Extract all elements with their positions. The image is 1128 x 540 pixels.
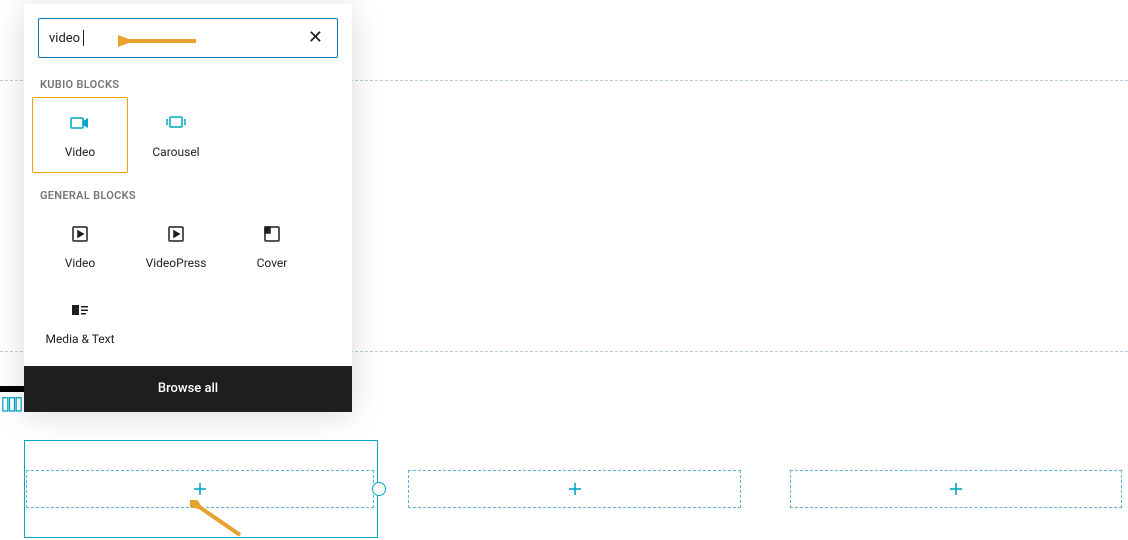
clear-search-button[interactable]: ✕	[304, 25, 327, 51]
videopress-icon	[164, 222, 188, 246]
text-caret	[83, 30, 84, 46]
video-play-icon	[68, 222, 92, 246]
browse-all-button[interactable]: Browse all	[24, 366, 352, 412]
kubio-block-grid: Video Carousel	[24, 97, 352, 179]
block-item-video-kubio[interactable]: Video	[32, 97, 128, 173]
block-item-carousel[interactable]: Carousel	[128, 97, 224, 173]
add-block-slot-3[interactable]	[790, 470, 1122, 508]
search-input[interactable]	[49, 31, 304, 46]
block-label: VideoPress	[146, 256, 207, 270]
block-label: Cover	[257, 256, 288, 270]
block-label: Video	[65, 256, 96, 270]
video-camera-icon	[68, 111, 92, 135]
block-inserter-popover: ✕ KUBIO BLOCKS Video Carousel GENERAL BL…	[24, 4, 352, 412]
block-item-media-text[interactable]: Media & Text	[32, 284, 128, 360]
section-title-kubio: KUBIO BLOCKS	[24, 68, 352, 97]
block-label: Media & Text	[45, 332, 114, 346]
search-box: ✕	[38, 18, 338, 58]
add-block-slot-1[interactable]	[26, 470, 374, 508]
general-block-grid: Video VideoPress Cover Media & Text	[24, 208, 352, 366]
block-item-videopress[interactable]: VideoPress	[128, 208, 224, 284]
column-resize-handle[interactable]	[372, 482, 386, 496]
add-block-slot-2[interactable]	[408, 470, 741, 508]
cover-icon	[260, 222, 284, 246]
block-toolbar-fragment	[0, 386, 24, 416]
block-label: Video	[65, 145, 96, 159]
carousel-icon	[164, 111, 188, 135]
media-text-icon	[68, 298, 92, 322]
close-icon: ✕	[308, 27, 323, 48]
block-item-video-core[interactable]: Video	[32, 208, 128, 284]
block-item-cover[interactable]: Cover	[224, 208, 320, 284]
section-title-general: GENERAL BLOCKS	[24, 179, 352, 208]
block-label: Carousel	[152, 145, 199, 159]
